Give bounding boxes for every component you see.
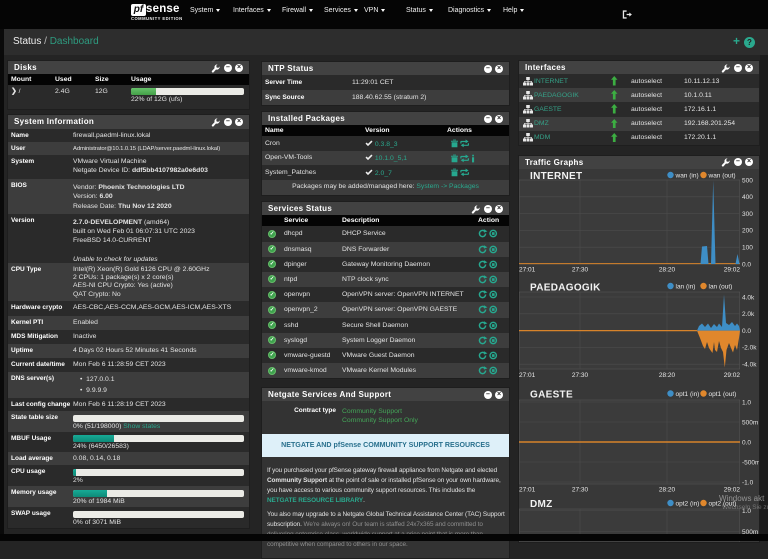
svg-text:opt2 (in): opt2 (in) <box>676 500 700 507</box>
svg-text:200: 200 <box>742 228 753 235</box>
svg-text:28:20: 28:20 <box>659 372 676 379</box>
svg-text:28:20: 28:20 <box>659 266 676 273</box>
svg-text:29:02: 29:02 <box>724 266 741 273</box>
svg-text:400: 400 <box>742 194 753 201</box>
svg-text:300: 300 <box>742 211 753 218</box>
svg-text:GAESTE: GAESTE <box>530 389 573 400</box>
svg-text:2.0k: 2.0k <box>742 311 755 318</box>
svg-text:0.0: 0.0 <box>742 328 751 335</box>
svg-text:500: 500 <box>742 177 753 184</box>
svg-text:27:01: 27:01 <box>519 372 536 379</box>
svg-text:27:30: 27:30 <box>572 266 589 273</box>
svg-text:27:01: 27:01 <box>519 486 536 493</box>
svg-text:29:02: 29:02 <box>724 486 741 493</box>
svg-text:1.0: 1.0 <box>742 399 751 406</box>
svg-text:27:30: 27:30 <box>572 372 589 379</box>
svg-text:500m: 500m <box>742 419 758 426</box>
svg-text:-1.0: -1.0 <box>742 479 754 486</box>
svg-text:27:30: 27:30 <box>572 486 589 493</box>
svg-text:wan (in): wan (in) <box>675 172 699 179</box>
svg-text:-2.0k: -2.0k <box>742 345 757 352</box>
svg-text:lan (out): lan (out) <box>709 283 733 290</box>
svg-text:100: 100 <box>742 244 753 251</box>
svg-text:0.0: 0.0 <box>742 261 751 268</box>
svg-text:lan (in): lan (in) <box>676 283 696 290</box>
svg-text:wan (out): wan (out) <box>708 172 736 179</box>
svg-text:0.0: 0.0 <box>742 439 751 446</box>
svg-text:opt1 (out): opt1 (out) <box>709 391 737 398</box>
svg-text:opt1 (in): opt1 (in) <box>676 391 700 398</box>
svg-text:4.0k: 4.0k <box>742 294 755 301</box>
svg-text:27:01: 27:01 <box>519 266 536 273</box>
svg-text:29:02: 29:02 <box>724 372 741 379</box>
svg-text:DMZ: DMZ <box>530 499 553 510</box>
svg-text:-4.0k: -4.0k <box>742 361 757 368</box>
svg-text:28:20: 28:20 <box>659 486 676 493</box>
svg-text:-500m: -500m <box>742 459 759 466</box>
